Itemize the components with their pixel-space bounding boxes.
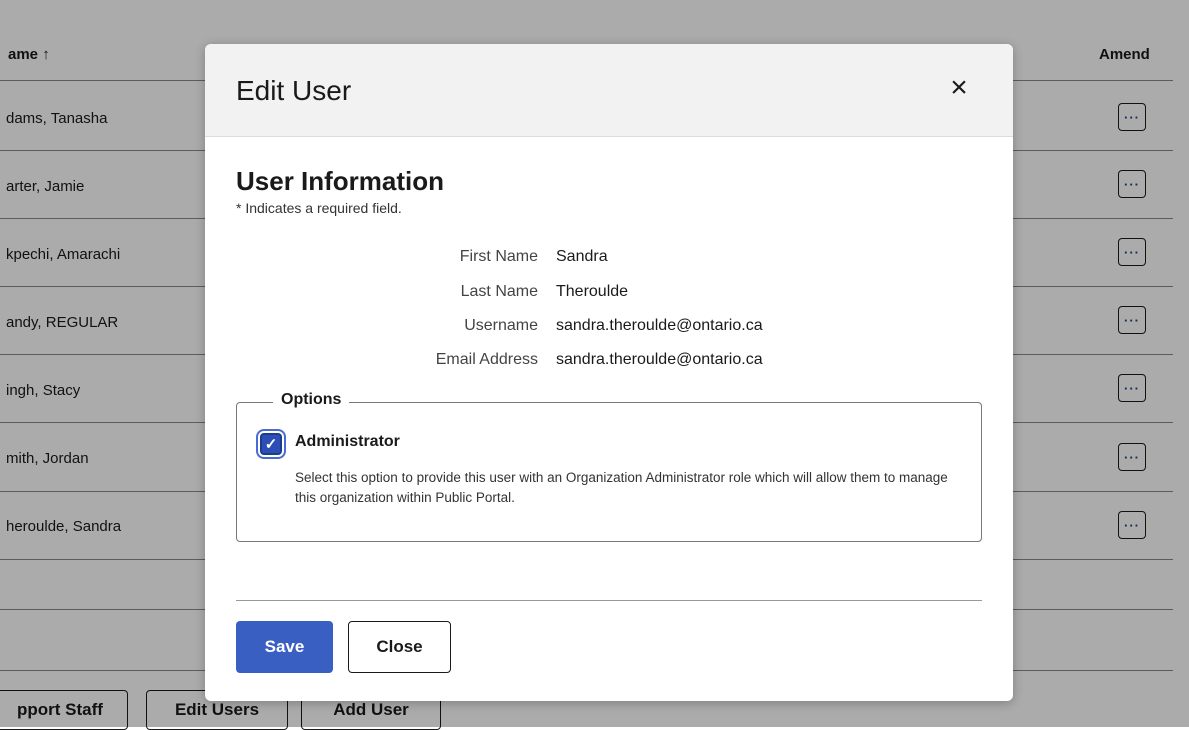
save-button[interactable]: Save: [236, 621, 333, 673]
email-value: sandra.theroulde@ontario.ca: [556, 351, 763, 368]
section-title: User Information: [236, 166, 445, 196]
footer-divider: [236, 600, 982, 601]
dialog-title: Edit User: [236, 75, 352, 106]
close-icon[interactable]: ×: [945, 71, 973, 104]
administrator-checkbox[interactable]: ✓: [260, 433, 282, 455]
required-note: * Indicates a required field.: [236, 200, 402, 216]
administrator-description: Select this option to provide this user …: [295, 470, 948, 505]
close-button[interactable]: Close: [348, 621, 451, 673]
first-name-value: Sandra: [556, 248, 608, 265]
last-name-label: Last Name: [460, 283, 538, 300]
dialog-header: Edit User ×: [205, 44, 1013, 137]
email-label: Email Address: [435, 351, 538, 368]
checkmark-icon: ✓: [264, 436, 278, 453]
edit-user-dialog: Edit User × User Information * Indicates…: [205, 44, 1013, 701]
options-fieldset: Options ✓ Administrator Select this opti…: [236, 391, 982, 542]
username-label: Username: [464, 317, 538, 334]
username-value: sandra.theroulde@ontario.ca: [556, 317, 763, 334]
options-legend: Options: [273, 391, 350, 409]
first-name-label: First Name: [459, 248, 538, 265]
administrator-label[interactable]: Administrator: [295, 433, 400, 451]
last-name-value: Theroulde: [556, 283, 629, 300]
